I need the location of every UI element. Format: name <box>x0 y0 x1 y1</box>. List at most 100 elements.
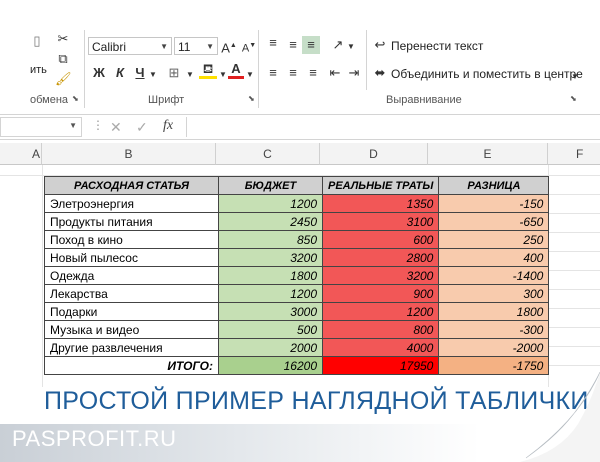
italic-button[interactable]: К <box>113 64 127 82</box>
grid-line <box>548 289 600 290</box>
formula-input[interactable] <box>186 117 600 137</box>
chevron-down-icon[interactable]: ▼ <box>206 38 214 56</box>
cell-category[interactable]: Лекарства <box>44 284 219 303</box>
column-header-d[interactable]: D <box>320 143 428 165</box>
increase-indent-icon[interactable]: ⇥ <box>345 64 363 82</box>
column-header-f[interactable]: F <box>548 143 600 165</box>
align-left-icon[interactable]: ≡ <box>264 64 282 82</box>
cell-difference[interactable]: 1800 <box>438 302 550 321</box>
cell-actual[interactable]: 3100 <box>321 212 440 231</box>
cell-actual[interactable]: 1200 <box>321 302 440 321</box>
cell-budget[interactable]: 500 <box>218 320 323 339</box>
font-color-icon[interactable]: A <box>228 62 244 79</box>
cell-difference[interactable]: 400 <box>438 248 550 267</box>
alignment-group-label: Выравнивание <box>386 94 462 106</box>
cell-actual[interactable]: 800 <box>321 320 440 339</box>
cell-actual[interactable]: 600 <box>321 230 440 249</box>
total-cell-budget[interactable]: 16200 <box>218 356 323 375</box>
grid-line <box>548 365 600 366</box>
chevron-down-icon[interactable]: ▼ <box>245 66 255 84</box>
header-cell-difference[interactable]: РАЗНИЦА <box>438 176 550 195</box>
cell-category[interactable]: Подарки <box>44 302 219 321</box>
cell-budget[interactable]: 3000 <box>218 302 323 321</box>
merge-center-button[interactable]: Объединить и поместить в центре <box>391 67 583 81</box>
header-cell-budget[interactable]: БЮДЖЕТ <box>218 176 323 195</box>
column-header-e[interactable]: E <box>428 143 548 165</box>
cell-category[interactable]: Поход в кино <box>44 230 219 249</box>
font-name-combo[interactable]: Calibri ▼ <box>88 37 172 55</box>
enter-icon[interactable]: ✓ <box>136 119 148 136</box>
header-cell-actual[interactable]: РЕАЛЬНЫЕ ТРАТЫ <box>321 176 440 195</box>
font-size-combo[interactable]: 11 ▼ <box>174 37 218 55</box>
cell-difference[interactable]: -1400 <box>438 266 550 285</box>
chevron-down-icon[interactable]: ▼ <box>185 66 195 84</box>
cell-difference[interactable]: -650 <box>438 212 550 231</box>
align-top-icon[interactable]: ≡ <box>264 34 282 52</box>
cell-category[interactable]: Одежда <box>44 266 219 285</box>
decrease-font-icon[interactable]: A▼ <box>241 37 257 58</box>
cell-actual[interactable]: 3200 <box>321 266 440 285</box>
column-header-c[interactable]: C <box>216 143 320 165</box>
cell-difference[interactable]: 300 <box>438 284 550 303</box>
grid-line <box>548 232 600 233</box>
grid-line <box>548 346 600 347</box>
name-box[interactable]: ▼ <box>0 117 82 137</box>
paste-icon[interactable]: ▯ <box>30 32 44 50</box>
chevron-down-icon[interactable]: ▼ <box>218 66 228 84</box>
wrap-text-button[interactable]: Перенести текст <box>391 39 483 53</box>
format-painter-icon[interactable]: 🖌 <box>55 70 72 88</box>
cell-difference[interactable]: -2000 <box>438 338 550 357</box>
paste-button-label[interactable]: ить <box>30 64 47 76</box>
fill-color-icon[interactable]: ⛾ <box>199 62 217 79</box>
total-cell-category[interactable]: ИТОГО: <box>44 356 219 375</box>
column-header-a[interactable]: A <box>0 143 42 165</box>
increase-font-icon[interactable]: A▲ <box>221 37 237 57</box>
cell-category[interactable]: Продукты питания <box>44 212 219 231</box>
cell-budget[interactable]: 2000 <box>218 338 323 357</box>
cell-actual[interactable]: 4000 <box>321 338 440 357</box>
chevron-down-icon[interactable]: ▼ <box>346 38 356 56</box>
copy-icon[interactable]: ⧉ <box>55 50 71 68</box>
cell-budget[interactable]: 1200 <box>218 284 323 303</box>
align-middle-icon[interactable]: ≡ <box>284 36 302 54</box>
cell-category[interactable]: Новый пылесос <box>44 248 219 267</box>
cell-budget[interactable]: 1800 <box>218 266 323 285</box>
cell-budget[interactable]: 850 <box>218 230 323 249</box>
header-cell-category[interactable]: РАСХОДНАЯ СТАТЬЯ <box>44 176 219 195</box>
total-cell-actual[interactable]: 17950 <box>321 356 440 375</box>
orientation-icon[interactable]: ↗ <box>329 36 347 54</box>
cell-difference[interactable]: -150 <box>438 194 550 213</box>
cell-actual[interactable]: 1350 <box>321 194 440 213</box>
chevron-down-icon[interactable]: ▼ <box>570 68 580 86</box>
cell-budget[interactable]: 3200 <box>218 248 323 267</box>
cell-category[interactable]: Элетроэнергия <box>44 194 219 213</box>
cell-difference[interactable]: -300 <box>438 320 550 339</box>
chevron-down-icon[interactable]: ▼ <box>160 38 168 56</box>
insert-function-icon[interactable]: fx <box>163 118 173 134</box>
merge-center-icon[interactable]: ⬌ <box>372 64 388 82</box>
cell-category[interactable]: Музыка и видео <box>44 320 219 339</box>
cell-actual[interactable]: 2800 <box>321 248 440 267</box>
align-center-icon[interactable]: ≡ <box>284 64 302 82</box>
cell-category[interactable]: Другие развлечения <box>44 338 219 357</box>
decrease-indent-icon[interactable]: ⇤ <box>326 64 344 82</box>
align-right-icon[interactable]: ≡ <box>304 64 322 82</box>
underline-button[interactable]: Ч <box>133 64 147 82</box>
align-bottom-icon[interactable]: ≡ <box>302 36 320 54</box>
wrap-text-icon[interactable]: ↩ <box>372 36 388 54</box>
chevron-down-icon[interactable]: ▼ <box>148 66 158 84</box>
borders-icon[interactable]: ⊞ <box>166 64 182 82</box>
formula-bar: ▼ ⋮ ✕ ✓ fx <box>0 114 600 140</box>
chevron-down-icon[interactable]: ▼ <box>69 121 77 130</box>
cut-icon[interactable]: ✂ <box>55 30 71 48</box>
font-launcher-icon[interactable]: ⬊ <box>248 94 255 103</box>
column-header-b[interactable]: B <box>42 143 216 165</box>
alignment-launcher-icon[interactable]: ⬊ <box>570 94 577 103</box>
cancel-icon[interactable]: ✕ <box>110 119 122 136</box>
cell-budget[interactable]: 1200 <box>218 194 323 213</box>
cell-actual[interactable]: 900 <box>321 284 440 303</box>
bold-button[interactable]: Ж <box>92 64 106 82</box>
clipboard-launcher-icon[interactable]: ⬊ <box>72 94 79 103</box>
cell-budget[interactable]: 2450 <box>218 212 323 231</box>
cell-difference[interactable]: 250 <box>438 230 550 249</box>
